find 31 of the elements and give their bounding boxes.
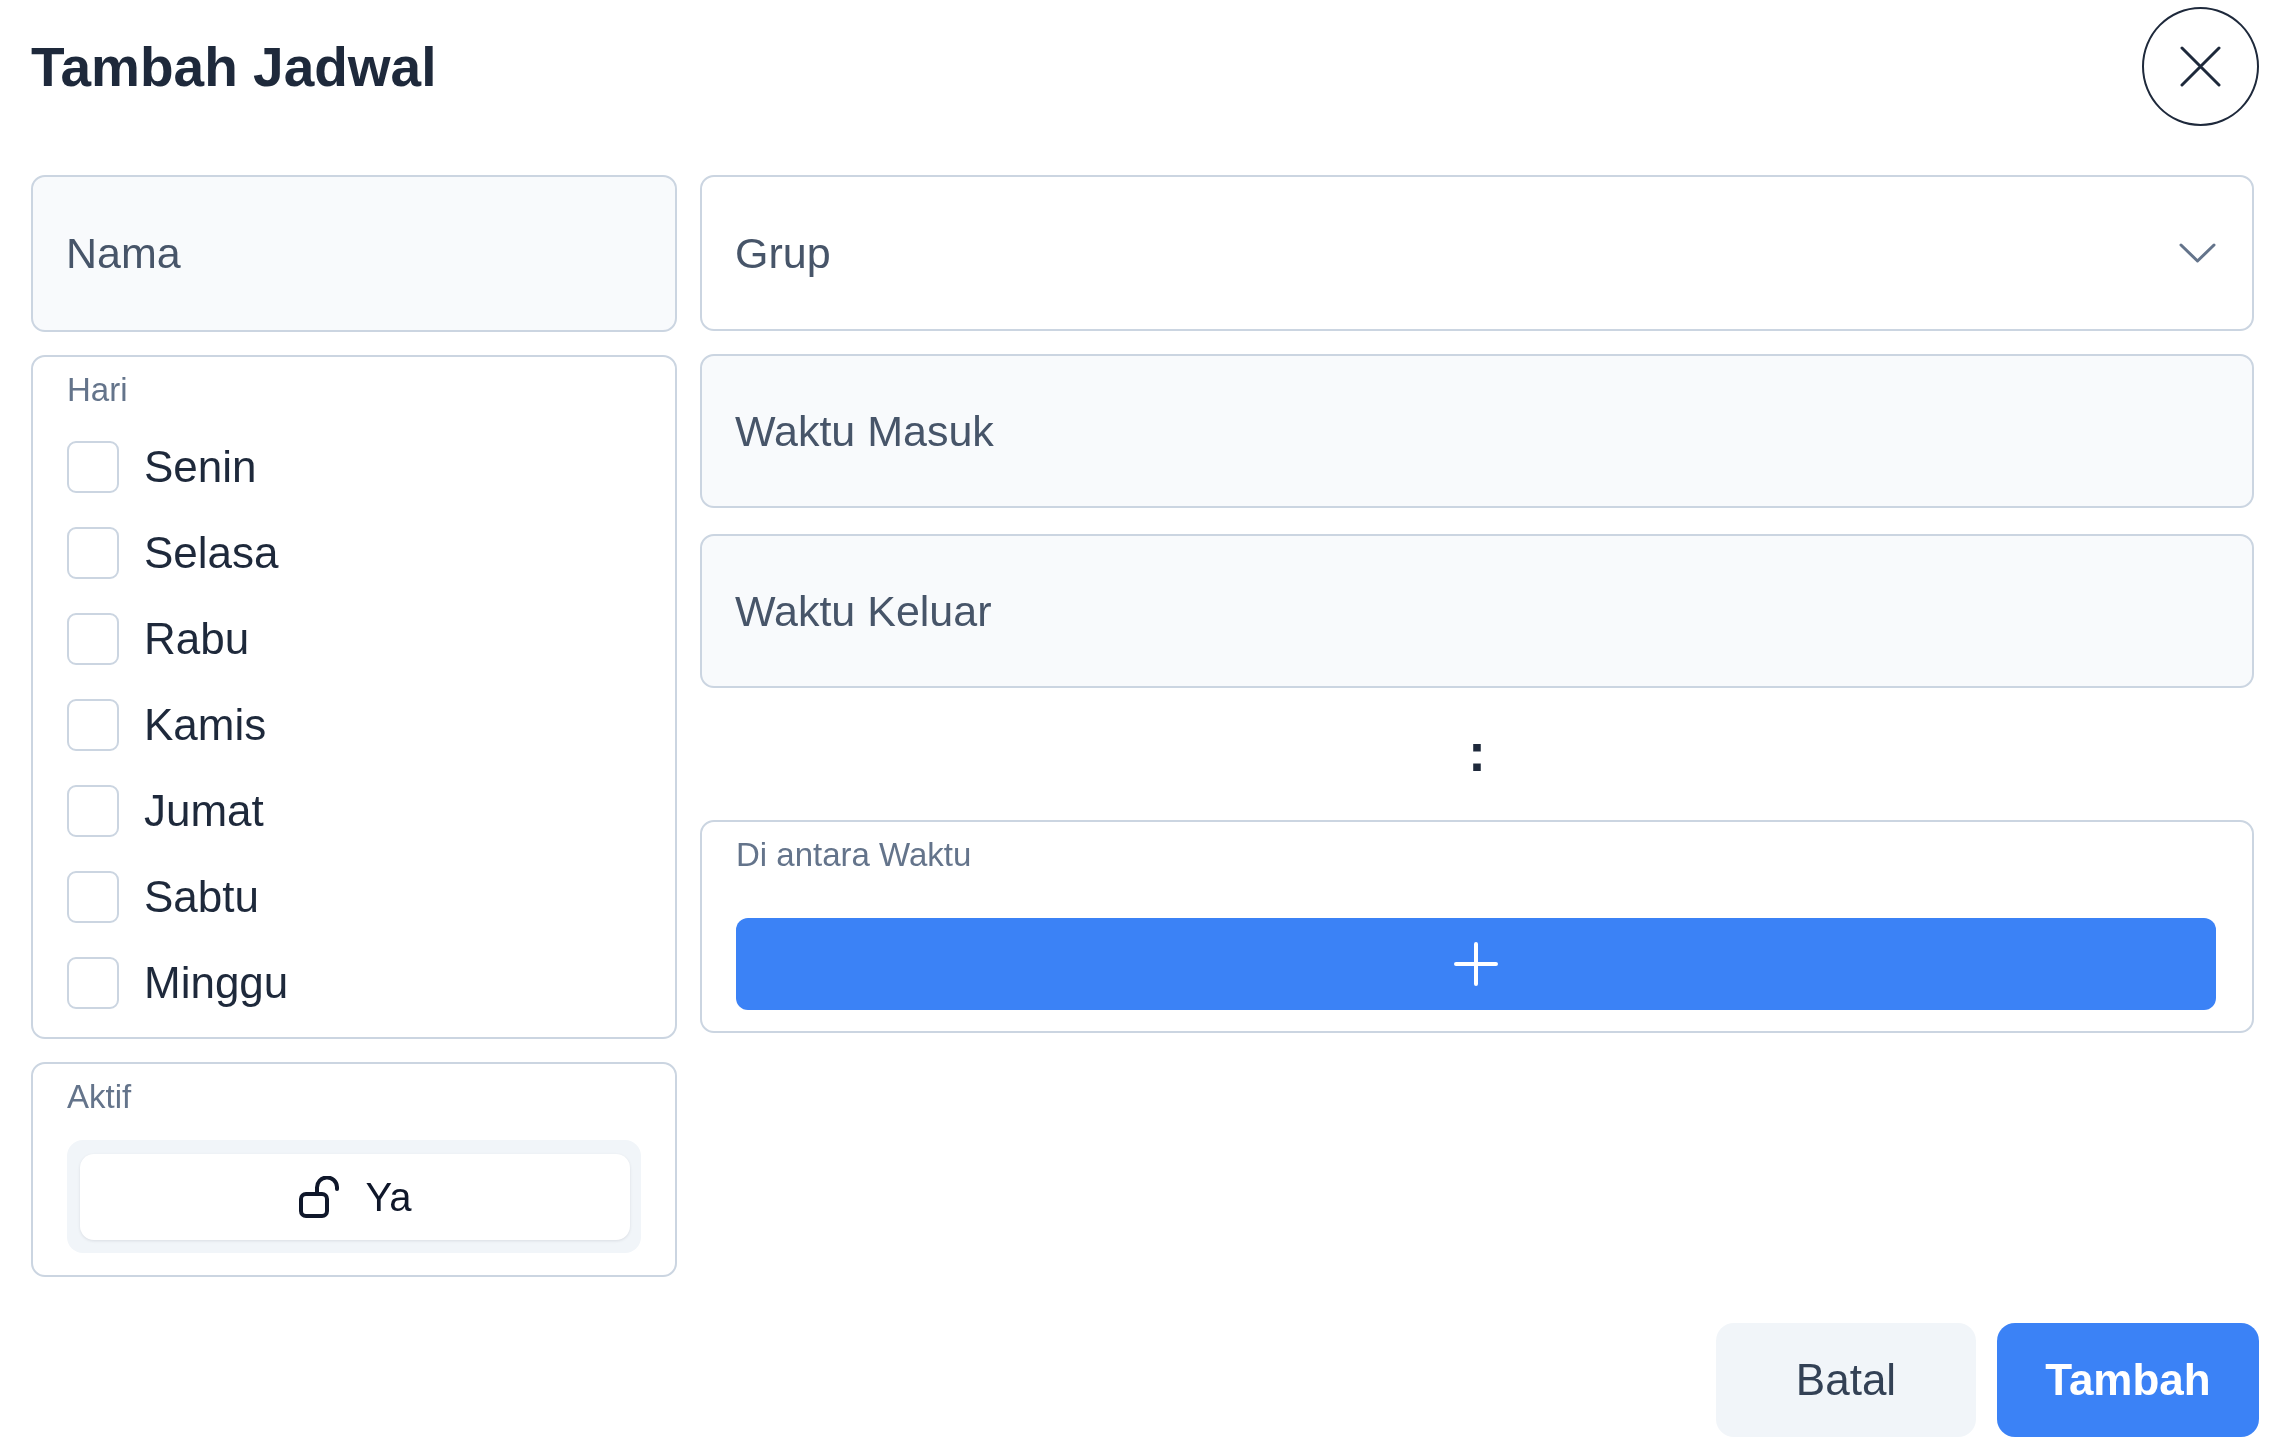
checkbox[interactable] (67, 527, 119, 579)
dialog-title: Tambah Jadwal (31, 34, 437, 100)
padlock-icon (298, 1176, 341, 1218)
cancel-button[interactable]: Batal (1716, 1323, 1976, 1437)
checkbox[interactable] (67, 699, 119, 751)
checkbox-label[interactable]: Jumat (144, 786, 264, 836)
checkbox[interactable] (67, 441, 119, 493)
checkbox-label[interactable]: Selasa (144, 528, 279, 578)
plus-icon (1454, 942, 1498, 986)
group-label: Aktif (67, 1077, 132, 1117)
checkbox-label[interactable]: Kamis (144, 700, 267, 750)
group-label: Hari (67, 370, 128, 410)
toggle-option[interactable]: Ya (80, 1154, 630, 1240)
checkbox-label[interactable]: Senin (144, 442, 257, 492)
checkbox-label[interactable]: Rabu (144, 614, 250, 664)
name-field[interactable]: Nama (31, 175, 677, 332)
add-button[interactable] (736, 918, 2216, 1010)
chevron-down-icon (2179, 242, 2216, 264)
group-label: Di antara Waktu (736, 835, 972, 875)
close-icon (2180, 46, 2221, 87)
checkbox[interactable] (67, 957, 119, 1009)
time-in-field[interactable]: Waktu Masuk (700, 354, 2254, 508)
group-select[interactable]: Grup (700, 175, 2254, 331)
time-out-field[interactable]: Waktu Keluar (700, 534, 2254, 688)
time-separator: : (1468, 725, 1486, 783)
checkbox-label[interactable]: Minggu (144, 958, 289, 1008)
checkbox[interactable] (67, 785, 119, 837)
submit-button[interactable]: Tambah (1997, 1323, 2259, 1437)
checkbox[interactable] (67, 871, 119, 923)
checkbox-label[interactable]: Sabtu (144, 872, 259, 922)
checkbox[interactable] (67, 613, 119, 665)
